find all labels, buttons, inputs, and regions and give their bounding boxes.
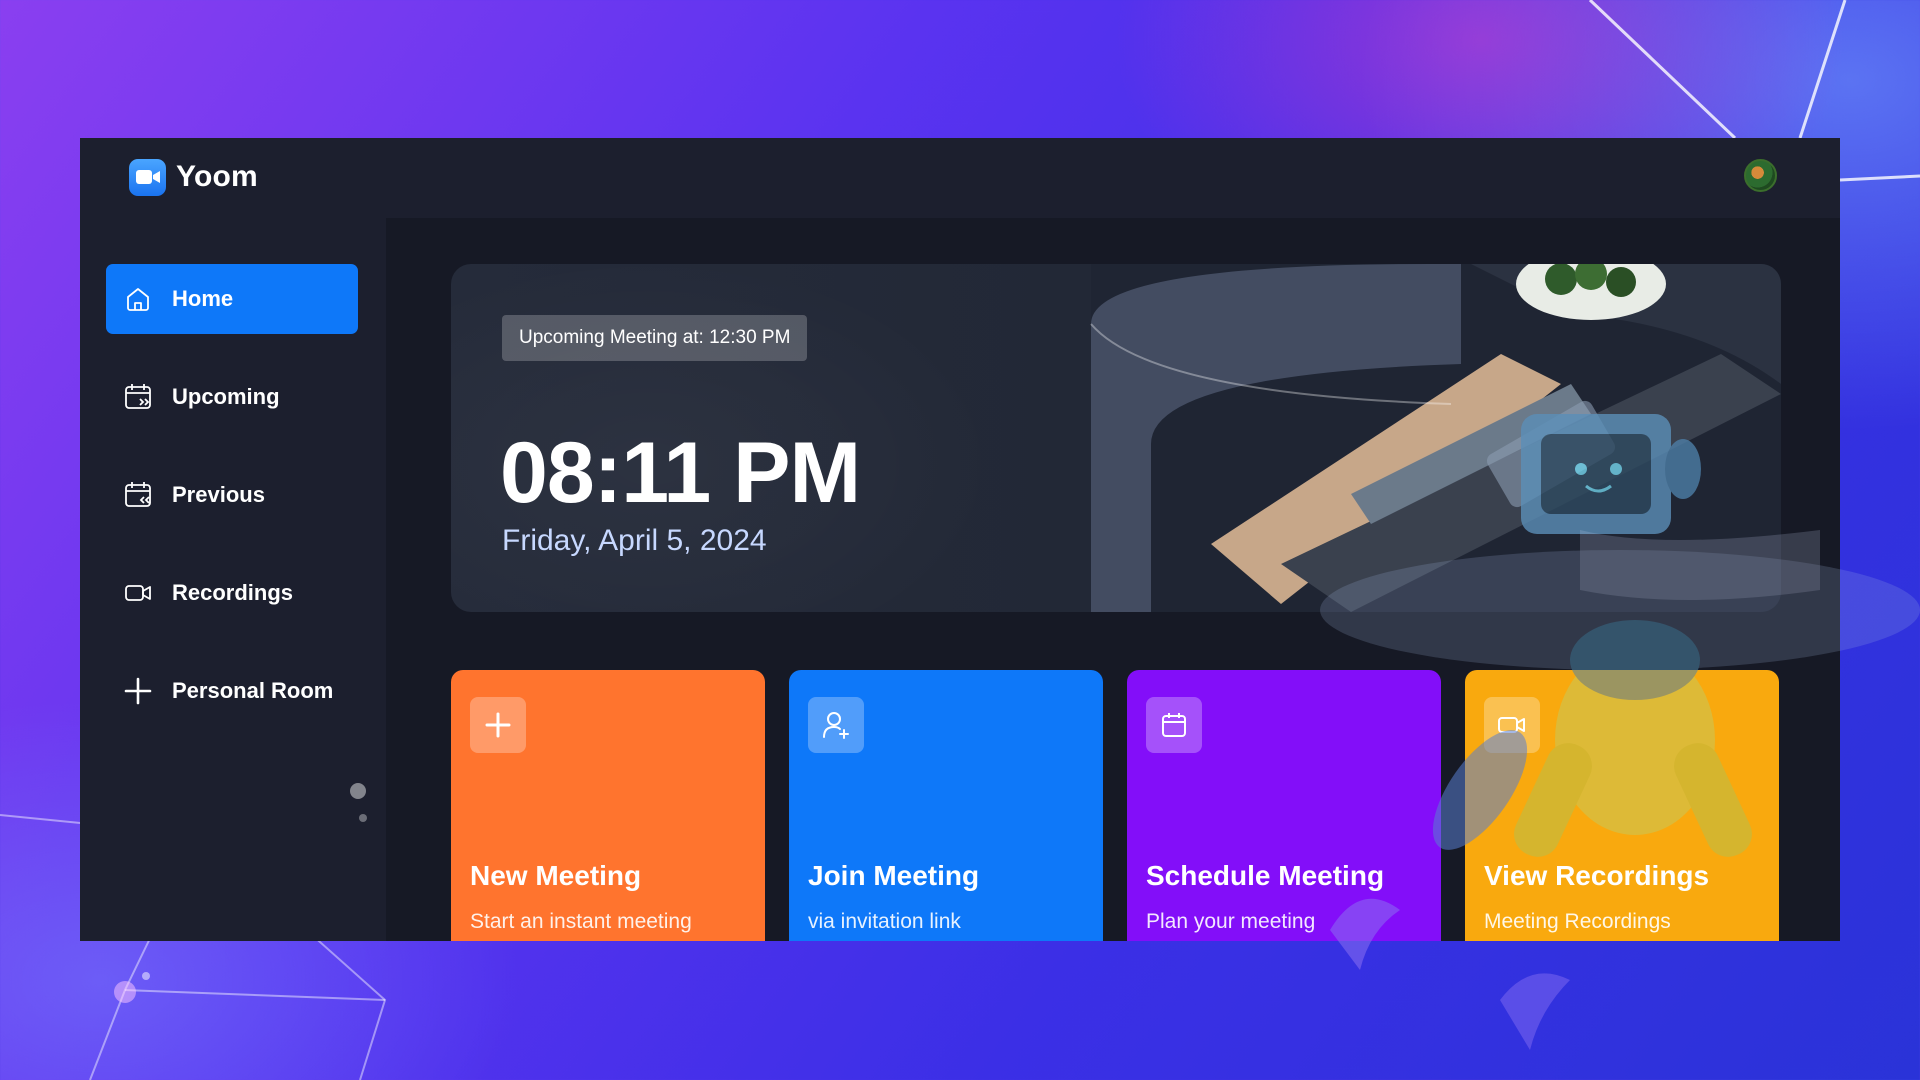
- calendar-upcoming-icon: [123, 382, 153, 412]
- sidebar-item-home[interactable]: Home: [106, 264, 358, 334]
- sidebar-item-label: Home: [172, 286, 234, 311]
- add-user-icon: [808, 697, 864, 753]
- card-title: Schedule Meeting: [1146, 860, 1385, 891]
- sidebar-item-label: Personal Room: [172, 678, 334, 703]
- brand-link[interactable]: Yoom: [129, 157, 258, 197]
- current-date: Friday, April 5, 2024: [502, 524, 767, 557]
- current-time: 08:11 PM: [500, 425, 861, 521]
- decoration-dots: [350, 783, 367, 822]
- card-title: New Meeting: [470, 860, 642, 891]
- view-recordings-card[interactable]: View Recordings Meeting Recordings: [1465, 670, 1779, 941]
- brand-name: Yoom: [176, 160, 258, 193]
- card-subtitle: Meeting Recordings: [1484, 910, 1671, 933]
- upcoming-meeting-badge: Upcoming Meeting at: 12:30 PM: [502, 315, 808, 361]
- hero-banner: Upcoming Meeting at: 12:30 PM 08:11 PM F…: [451, 264, 1781, 612]
- sidebar-item-label: Previous: [172, 482, 265, 507]
- card-title: View Recordings: [1484, 860, 1710, 891]
- home-icon: [123, 284, 153, 314]
- calendar-previous-icon: [123, 480, 153, 510]
- schedule-meeting-card[interactable]: Schedule Meeting Plan your meeting: [1127, 670, 1441, 941]
- video-icon: [123, 578, 153, 608]
- video-camera-logo-icon: [129, 158, 166, 196]
- plus-icon: [470, 697, 526, 753]
- video-icon: [1484, 697, 1540, 753]
- sidebar-item-previous[interactable]: Previous: [106, 460, 358, 530]
- main-content: Upcoming Meeting at: 12:30 PM 08:11 PM F…: [386, 218, 1840, 941]
- sidebar-item-personal-room[interactable]: Personal Room: [106, 656, 358, 726]
- card-subtitle: via invitation link: [808, 910, 961, 933]
- sidebar-item-label: Upcoming: [172, 384, 280, 409]
- sidebar-item-recordings[interactable]: Recordings: [106, 558, 358, 628]
- new-meeting-card[interactable]: New Meeting Start an instant meeting: [451, 670, 765, 941]
- card-title: Join Meeting: [808, 860, 980, 891]
- card-subtitle: Start an instant meeting: [470, 910, 692, 933]
- calendar-icon: [1146, 697, 1202, 753]
- sidebar: Home Upcoming Previous Recordings Person…: [80, 218, 386, 941]
- card-subtitle: Plan your meeting: [1146, 910, 1316, 933]
- plus-icon: [123, 676, 153, 706]
- sidebar-item-label: Recordings: [172, 580, 294, 605]
- sidebar-item-upcoming[interactable]: Upcoming: [106, 362, 358, 432]
- top-navbar: Yoom: [80, 138, 1840, 218]
- join-meeting-card[interactable]: Join Meeting via invitation link: [789, 670, 1103, 941]
- user-avatar[interactable]: [1744, 159, 1777, 192]
- app-window: Yoom Home Upcoming Previous Recordings P…: [80, 138, 1840, 941]
